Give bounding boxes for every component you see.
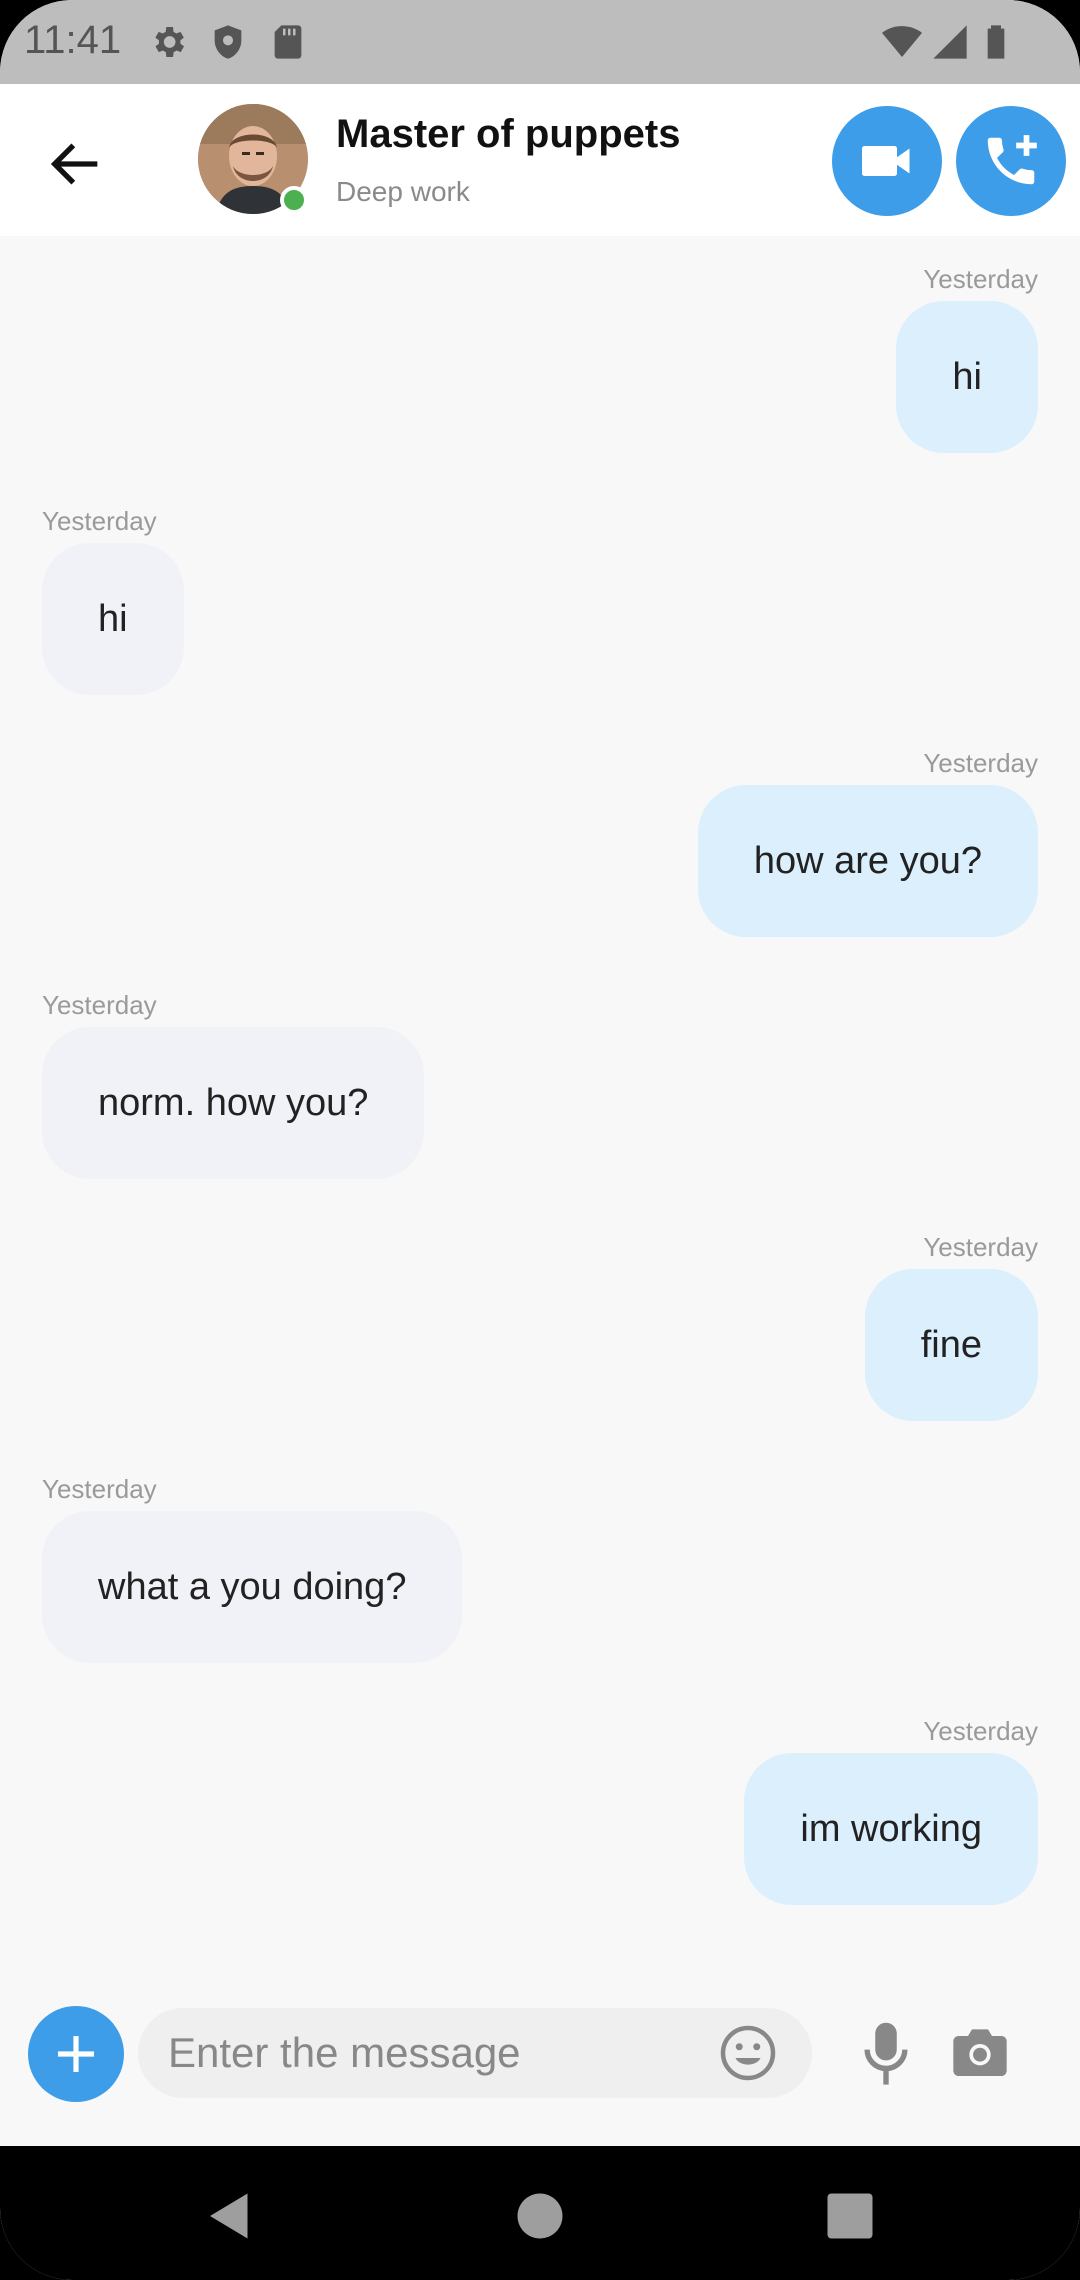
- signal-icon: [933, 25, 967, 59]
- emoji-icon[interactable]: [718, 2023, 778, 2083]
- phone-plus-icon: [987, 135, 1037, 185]
- shield-icon: [214, 25, 242, 59]
- message-time: Yesterday: [923, 1232, 1038, 1262]
- home-circle-icon[interactable]: [510, 2186, 570, 2246]
- recents-square-icon[interactable]: [820, 2186, 880, 2246]
- message-time: Yesterday: [42, 990, 157, 1020]
- wifi-icon: [882, 26, 922, 57]
- chat-screen: 11:41 Master of puppets Deep work Yester…: [0, 0, 1080, 2280]
- message-bubble[interactable]: hi: [42, 543, 184, 695]
- contact-status: Deep work: [336, 176, 470, 207]
- gear-icon: [155, 27, 184, 57]
- system-nav-bar: [0, 2146, 1080, 2280]
- message-list[interactable]: Yesterday hi Yesterday hi Yesterday how …: [0, 236, 1080, 1976]
- message-composer: [0, 1976, 1080, 2146]
- message-input-container[interactable]: [138, 2008, 812, 2098]
- message-bubble[interactable]: norm. how you?: [42, 1027, 425, 1179]
- battery-icon: [987, 25, 1005, 59]
- message-time: Yesterday: [923, 264, 1038, 294]
- message-incoming[interactable]: Yesterday hi: [42, 506, 184, 695]
- add-call-button[interactable]: [956, 106, 1066, 216]
- message-bubble[interactable]: how are you?: [697, 785, 1038, 937]
- video-camera-icon: [862, 146, 910, 176]
- microphone-icon[interactable]: [858, 2020, 914, 2090]
- sd-card-icon: [274, 25, 302, 59]
- message-outgoing[interactable]: Yesterday hi: [896, 264, 1038, 453]
- message-time: Yesterday: [42, 1474, 157, 1504]
- message-time: Yesterday: [923, 1716, 1038, 1746]
- message-bubble[interactable]: im working: [744, 1753, 1038, 1905]
- message-time: Yesterday: [923, 748, 1038, 778]
- message-outgoing[interactable]: Yesterday how are you?: [697, 748, 1038, 937]
- message-bubble[interactable]: hi: [896, 301, 1038, 453]
- back-triangle-icon[interactable]: [200, 2186, 260, 2246]
- online-status-dot: [280, 186, 308, 214]
- plus-icon: [58, 2036, 94, 2072]
- message-time: Yesterday: [42, 506, 157, 536]
- status-bar: 11:41: [0, 0, 1080, 84]
- camera-icon[interactable]: [948, 2020, 1012, 2084]
- chat-header: Master of puppets Deep work: [0, 84, 1080, 236]
- contact-name[interactable]: Master of puppets: [336, 112, 680, 157]
- message-outgoing[interactable]: Yesterday fine: [864, 1232, 1038, 1421]
- attach-button[interactable]: [28, 2006, 124, 2102]
- message-bubble[interactable]: fine: [864, 1269, 1038, 1421]
- message-bubble[interactable]: what a you doing?: [42, 1511, 463, 1663]
- video-call-button[interactable]: [832, 106, 942, 216]
- arrow-left-icon: [50, 143, 98, 185]
- message-incoming[interactable]: Yesterday norm. how you?: [42, 990, 425, 1179]
- message-incoming[interactable]: Yesterday what a you doing?: [42, 1474, 463, 1663]
- status-time: 11:41: [24, 18, 122, 62]
- back-button[interactable]: [36, 124, 116, 204]
- message-outgoing[interactable]: Yesterday im working: [744, 1716, 1038, 1905]
- message-input[interactable]: [168, 2008, 708, 2098]
